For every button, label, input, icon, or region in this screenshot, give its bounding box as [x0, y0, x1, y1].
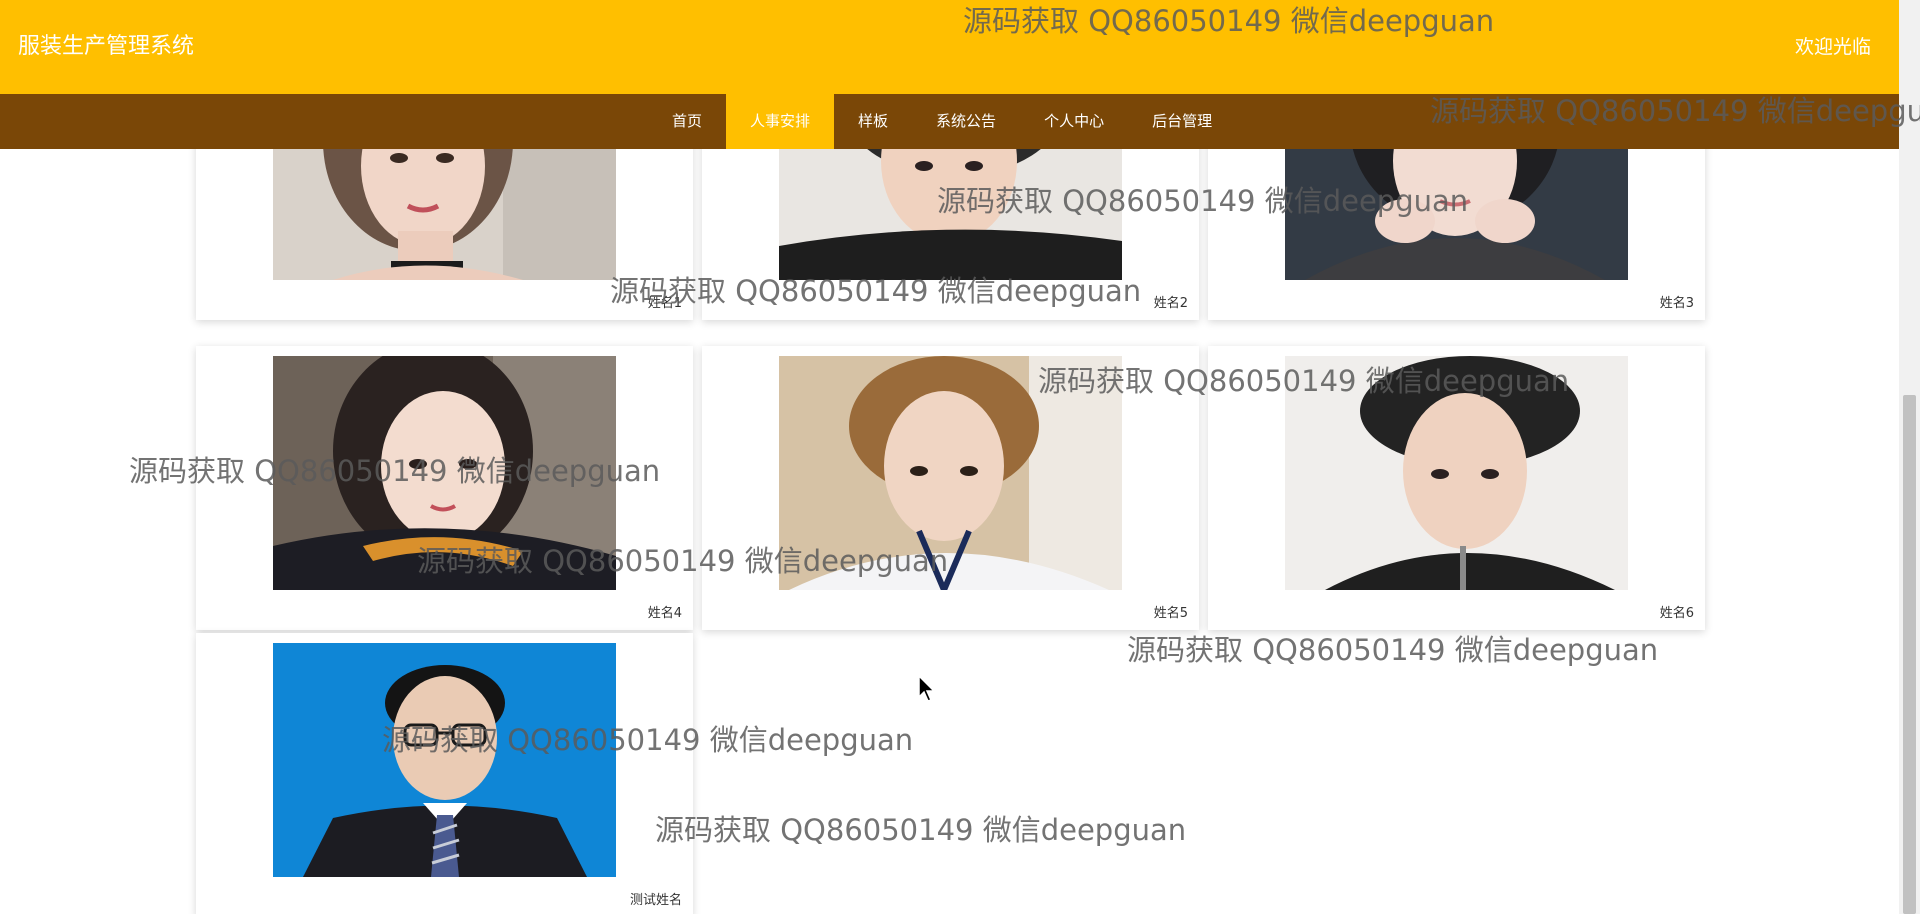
staff-card[interactable]: 测试姓名 — [196, 633, 693, 914]
welcome-link[interactable]: 欢迎光临 — [1795, 30, 1871, 64]
portrait-image — [1285, 356, 1628, 590]
nav-item-announcements[interactable]: 系统公告 — [912, 94, 1020, 149]
scrollbar-thumb[interactable] — [1903, 395, 1916, 914]
staff-name: 姓名4 — [647, 606, 682, 621]
staff-name: 姓名6 — [1659, 606, 1694, 621]
staff-card[interactable]: 姓名6 — [1208, 346, 1705, 630]
staff-photo — [1285, 149, 1628, 280]
staff-name: 测试姓名 — [629, 893, 682, 908]
portrait-image — [273, 643, 616, 877]
staff-name: 姓名2 — [1153, 296, 1188, 311]
page-scrollbar[interactable] — [1899, 0, 1920, 914]
staff-photo — [779, 356, 1122, 590]
staff-card[interactable]: 姓名2 — [702, 149, 1199, 320]
staff-grid: 姓名1 姓名2 姓名3 姓名4 姓名5 姓名6 测试姓名 — [0, 149, 1899, 914]
nav-item-admin[interactable]: 后台管理 — [1128, 94, 1236, 149]
portrait-image — [273, 149, 616, 280]
staff-photo — [779, 149, 1122, 280]
portrait-image — [273, 356, 616, 590]
main-nav: 首页 人事安排 样板 系统公告 个人中心 后台管理 — [0, 94, 1899, 149]
portrait-image — [779, 149, 1122, 280]
staff-name: 姓名1 — [647, 296, 682, 311]
nav-items: 首页 人事安排 样板 系统公告 个人中心 后台管理 — [648, 94, 1236, 149]
staff-name: 姓名5 — [1153, 606, 1188, 621]
staff-card[interactable]: 姓名5 — [702, 346, 1199, 630]
staff-photo — [273, 643, 616, 877]
portrait-image — [1285, 149, 1628, 280]
staff-photo — [1285, 356, 1628, 590]
portrait-image — [779, 356, 1122, 590]
nav-item-profile[interactable]: 个人中心 — [1020, 94, 1128, 149]
staff-card[interactable]: 姓名1 — [196, 149, 693, 320]
staff-photo — [273, 356, 616, 590]
nav-item-personnel[interactable]: 人事安排 — [726, 94, 835, 149]
staff-photo — [273, 149, 616, 280]
nav-item-home[interactable]: 首页 — [648, 94, 726, 149]
staff-name: 姓名3 — [1659, 296, 1694, 311]
nav-item-samples[interactable]: 样板 — [834, 94, 912, 149]
app-title: 服装生产管理系统 — [18, 34, 195, 59]
staff-card[interactable]: 姓名4 — [196, 346, 693, 630]
top-header: 服装生产管理系统 欢迎光临 — [0, 0, 1899, 94]
mouse-cursor-icon — [918, 675, 936, 702]
staff-card[interactable]: 姓名3 — [1208, 149, 1705, 320]
